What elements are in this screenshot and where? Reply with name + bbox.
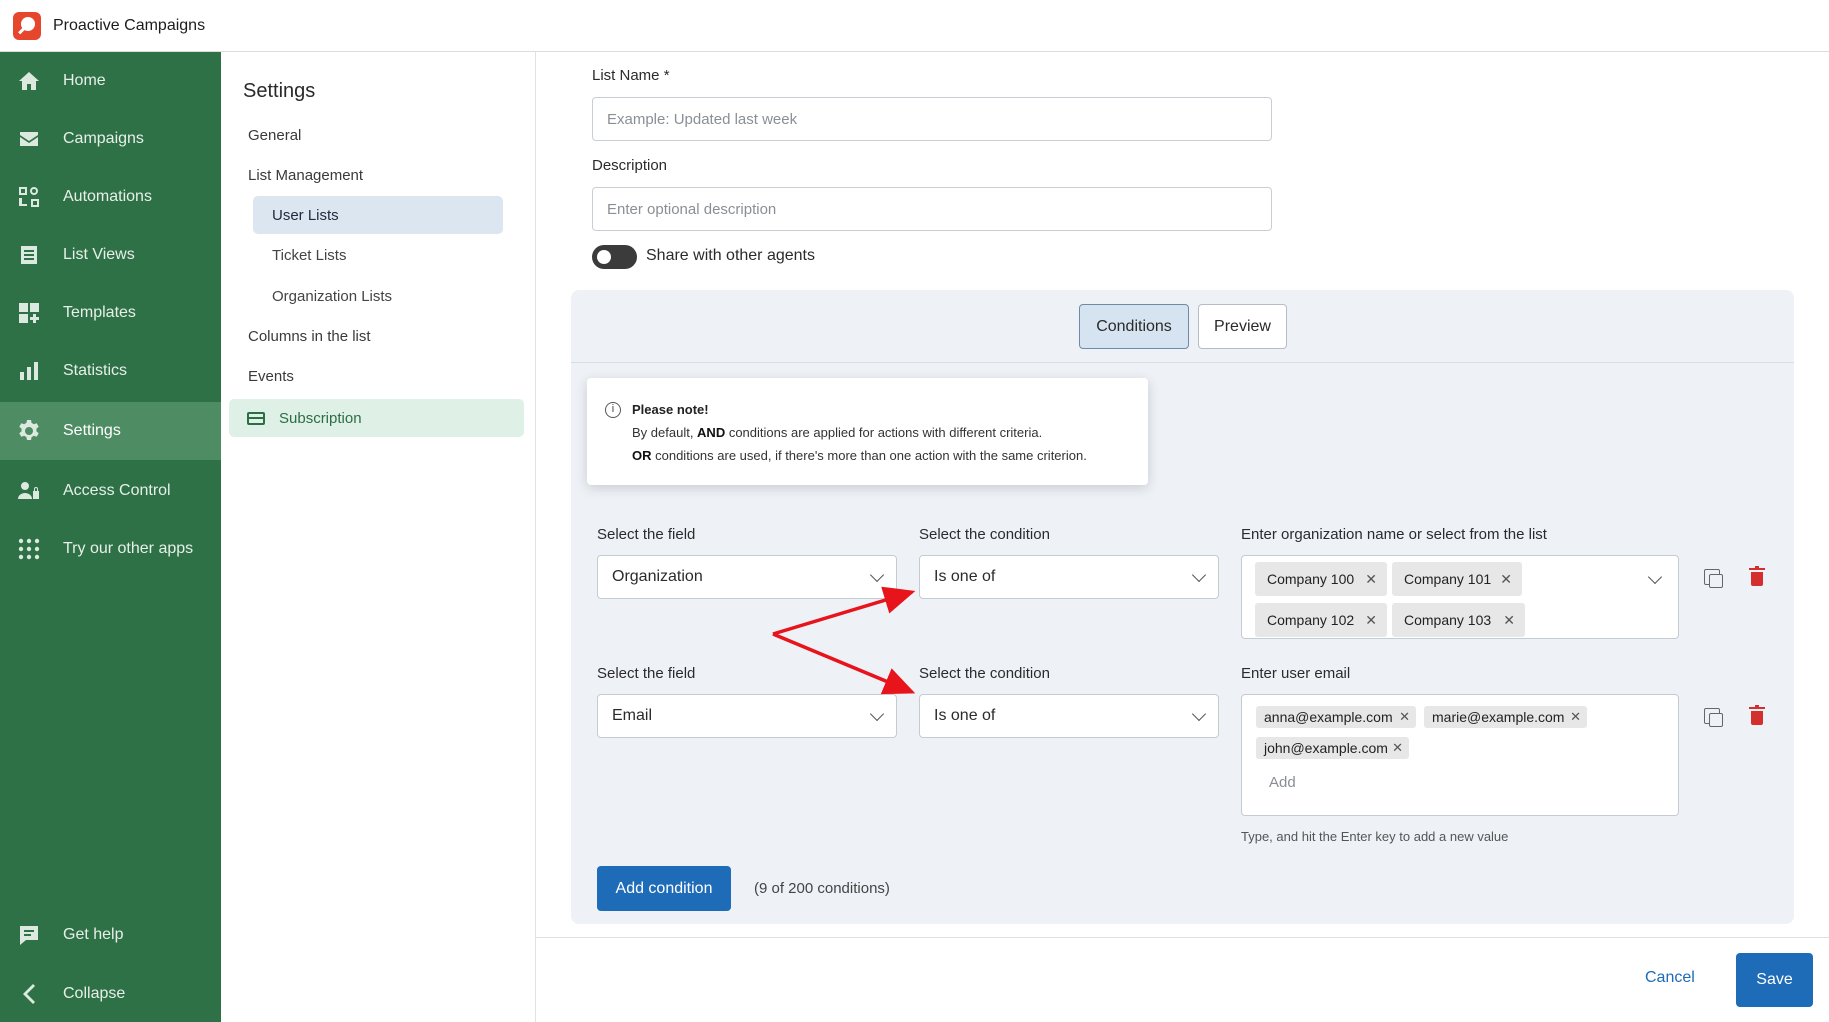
annotation-arrow bbox=[772, 586, 916, 636]
annotation-arrows bbox=[772, 586, 916, 695]
save-button[interactable]: Save bbox=[1736, 953, 1813, 1007]
annotation-arrow bbox=[772, 632, 916, 695]
footer-divider bbox=[536, 937, 1829, 938]
cancel-button[interactable]: Cancel bbox=[1645, 969, 1695, 987]
